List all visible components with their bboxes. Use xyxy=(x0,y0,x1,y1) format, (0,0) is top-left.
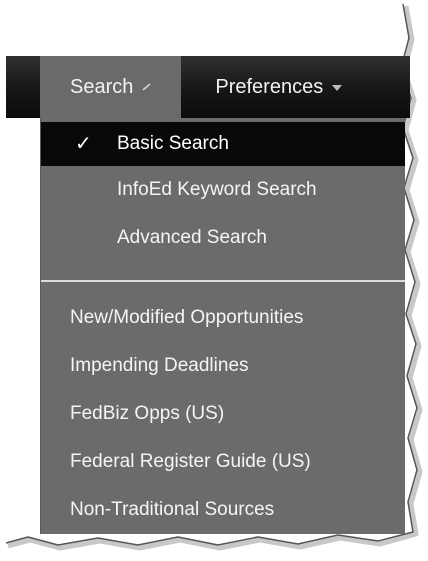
menu-item-label: New/Modified Opportunities xyxy=(70,307,304,328)
menu-item-impending-deadlines[interactable]: Impending Deadlines xyxy=(41,344,405,388)
menu-item-non-traditional-sources[interactable]: Non-Traditional Sources xyxy=(41,488,405,532)
menu-item-label: Federal Register Guide (US) xyxy=(70,451,311,472)
menu-item-label: Basic Search xyxy=(117,133,229,154)
menu-item-federal-register-guide[interactable]: Federal Register Guide (US) xyxy=(41,440,405,484)
menu-item-fedbiz-opps[interactable]: FedBiz Opps (US) xyxy=(41,392,405,436)
menu-item-label: Impending Deadlines xyxy=(70,355,249,376)
menu-item-label: Advanced Search xyxy=(117,227,267,248)
screenshot-scene: Search Preferences ✓ Basic Search InfoEd… xyxy=(0,0,428,561)
nav-tab-preferences-label: Preferences xyxy=(215,75,324,98)
checkmark-icon: ✓ xyxy=(75,133,92,155)
search-dropdown-menu: ✓ Basic Search InfoEd Keyword Search Adv… xyxy=(40,118,405,534)
nav-tab-preferences[interactable]: Preferences xyxy=(181,56,343,118)
top-navigation-bar: Search Preferences xyxy=(6,56,410,118)
nav-tab-search-label: Search xyxy=(70,75,134,98)
menu-item-label: FedBiz Opps (US) xyxy=(70,403,225,424)
chevron-down-icon xyxy=(141,80,153,94)
chevron-down-icon xyxy=(331,80,343,94)
menu-item-label: InfoEd Keyword Search xyxy=(117,179,317,200)
menu-item-label: Non-Traditional Sources xyxy=(70,499,275,520)
menu-divider xyxy=(41,280,405,282)
menu-item-advanced-search[interactable]: Advanced Search xyxy=(41,216,405,260)
menu-item-basic-search[interactable]: ✓ Basic Search xyxy=(41,122,405,166)
nav-tab-search[interactable]: Search xyxy=(40,56,182,118)
menu-item-infoed-keyword-search[interactable]: InfoEd Keyword Search xyxy=(41,168,405,212)
menu-item-new-modified-opportunities[interactable]: New/Modified Opportunities xyxy=(41,296,405,340)
